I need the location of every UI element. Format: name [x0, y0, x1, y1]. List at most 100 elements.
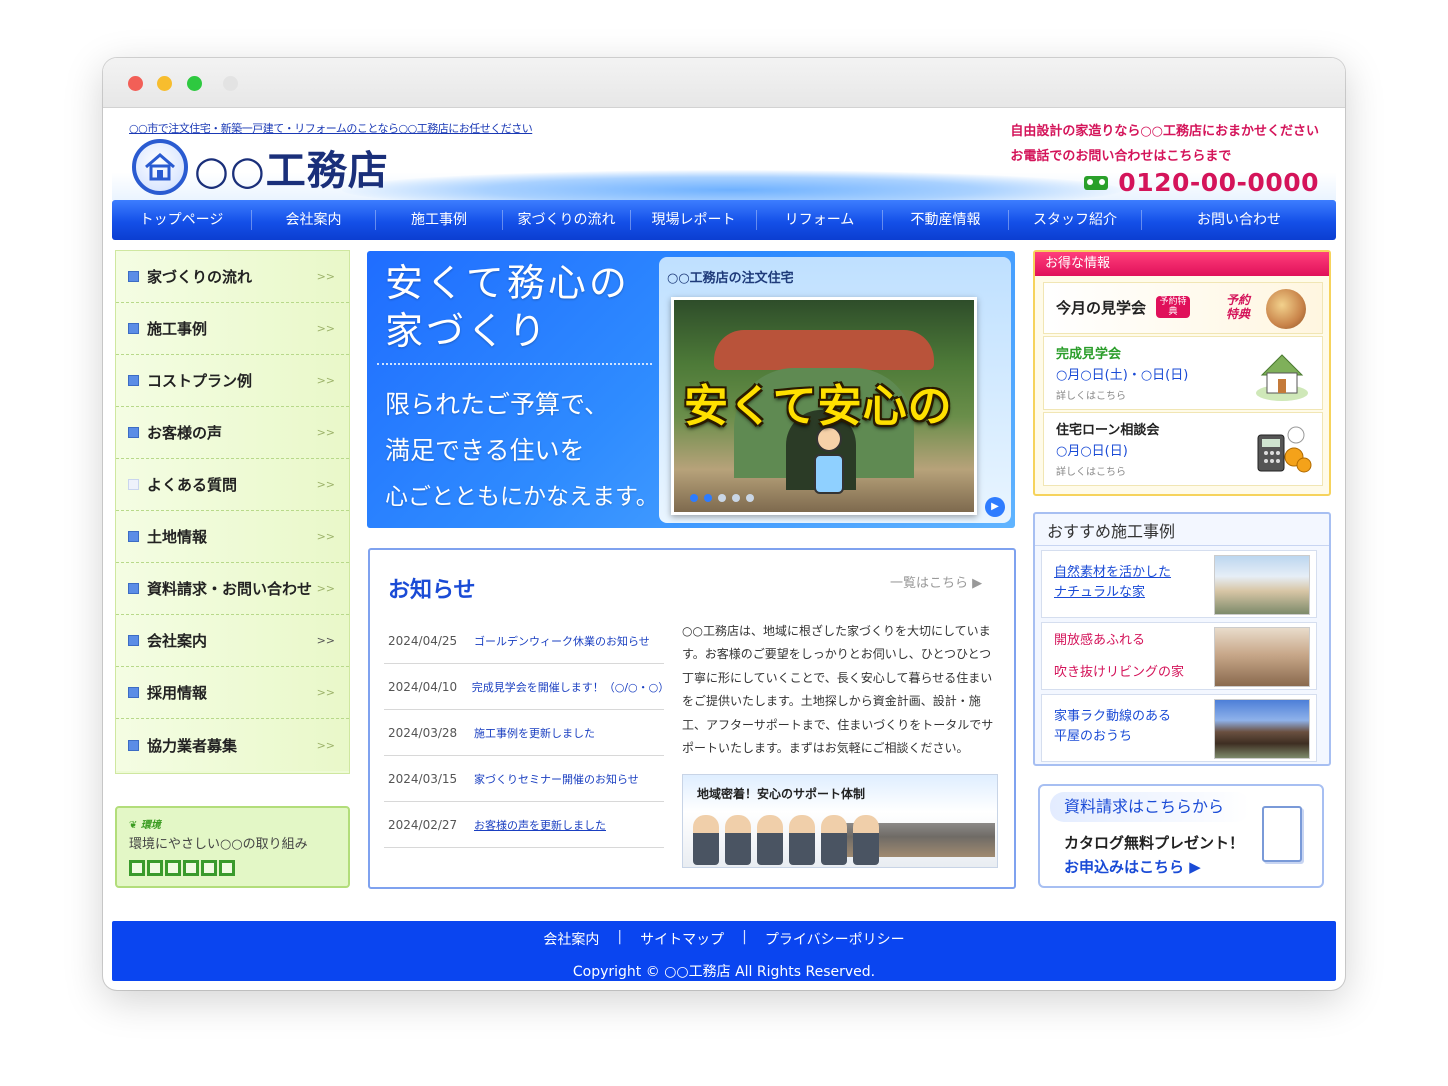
- minimize-button[interactable]: [157, 76, 172, 91]
- eco-banner[interactable]: ❦ 環境 環境にやさしい○○の取り組み: [115, 806, 350, 888]
- footer-separator: |: [617, 929, 623, 945]
- nav-company[interactable]: 会社案内: [252, 210, 376, 230]
- chevron-right-icon: >>: [316, 322, 335, 335]
- nav-reform[interactable]: リフォーム: [757, 210, 883, 230]
- sidebar-item-label: 土地情報: [147, 528, 208, 546]
- sidebar-item-flow[interactable]: 家づくりの流れ >>: [116, 251, 349, 303]
- staff-image: [693, 815, 879, 865]
- nav-contact[interactable]: お問い合わせ: [1142, 210, 1336, 230]
- catalog-head: 資料請求はこちらから: [1050, 792, 1250, 822]
- sidebar-item-voice[interactable]: お客様の声 >>: [116, 407, 349, 459]
- list-item[interactable]: 2024/02/27 お客様の声を更新しました: [384, 802, 664, 848]
- nav-realestate[interactable]: 不動産情報: [883, 210, 1009, 230]
- news-list: 2024/04/25 ゴールデンウィーク休業のお知らせ 2024/04/10 完成見…: [384, 618, 669, 848]
- footer-link-sitemap[interactable]: サイトマップ: [640, 929, 724, 949]
- sidebar-menu: 家づくりの流れ >> 施工事例 >> コストプラン例 >> お客様の声 >> よくある質…: [115, 250, 350, 774]
- work-photo: [1214, 699, 1310, 759]
- tab-placeholder: [223, 76, 238, 91]
- sidebar-item-faq[interactable]: よくある質問 >>: [116, 459, 349, 511]
- eco-text: 環境にやさしい○○の取り組み: [129, 837, 308, 852]
- catalog-offer: カタログ無料プレゼント！: [1064, 834, 1245, 852]
- news-section: お知らせ 一覧はこちら ▶ 2024/04/25 ゴールデンウィーク休業のお知らせ…: [368, 548, 1016, 889]
- works-panel: おすすめ施工事例 自然素材を活かした ナチュラルな家 開放感あふれる 吹き抜けリビン…: [1033, 512, 1331, 766]
- mascot-figure: [814, 426, 844, 506]
- sidebar-item-label: 家づくりの流れ: [147, 268, 253, 286]
- work-title: 自然素材を活かした ナチュラルな家: [1054, 565, 1172, 600]
- works-head: おすすめ施工事例: [1035, 514, 1329, 546]
- hero-house-image: 安くて安心の: [671, 297, 977, 515]
- slideshow-dots[interactable]: [690, 494, 754, 502]
- support-banner[interactable]: 地域密着！安心のサポート体制: [682, 774, 998, 868]
- phone-number[interactable]: 0120-00-0000: [1118, 168, 1319, 197]
- event-title: 住宅ローン相談会: [1056, 423, 1160, 438]
- nav-top[interactable]: トップページ: [112, 210, 252, 230]
- eco-placeholder-boxes: [129, 860, 336, 876]
- slideshow-next-icon[interactable]: ▶: [985, 497, 1005, 517]
- header-catchphrase: 自由設計の家造りなら○○工務店におまかせください: [1010, 124, 1319, 139]
- logo-name: ○○工務店: [194, 148, 389, 194]
- work-photo: [1214, 555, 1310, 615]
- work-item[interactable]: 自然素材を活かした ナチュラルな家: [1041, 550, 1317, 618]
- chevron-right-icon: >>: [316, 374, 335, 387]
- work-item[interactable]: 家事ラク動線のある 平屋のおうち: [1041, 694, 1317, 762]
- sidebar-item-works[interactable]: 施工事例 >>: [116, 303, 349, 355]
- support-title: 地域密着！安心のサポート体制: [697, 787, 866, 801]
- sidebar-item-recruit[interactable]: 採用情報 >>: [116, 667, 349, 719]
- nav-flow[interactable]: 家づくりの流れ: [503, 210, 631, 230]
- event-detail-link[interactable]: 詳しくはこちら: [1056, 463, 1126, 478]
- deals-panel: お得な情報 今月の見学会 予約特典 予約 特典 完成見学会 ○月○日(土)・○日(…: [1033, 250, 1331, 496]
- event-date: ○月○日(日): [1056, 444, 1128, 459]
- hero-copy-2: 満足できる住いを: [385, 436, 585, 465]
- site-tagline[interactable]: ○○市で注文住宅・新築一戸建て・リフォームのことなら○○工務店にお任せください: [129, 120, 533, 136]
- hero-banner[interactable]: 安くて務心の 家づくり 限られたご予算で、 満足できる住いを 心ごとともにかなえ…: [367, 251, 1015, 528]
- free-dial-icon: [1084, 175, 1109, 190]
- eco-tag: ❦ 環境: [129, 820, 161, 831]
- catalog-apply-link[interactable]: お申込みはこちら ▶: [1064, 856, 1201, 877]
- hero-divider: [377, 363, 652, 365]
- sidebar-item-company[interactable]: 会社案内 >>: [116, 615, 349, 667]
- gift-basket-icon: [1266, 289, 1306, 329]
- site-header: ○○市で注文住宅・新築一戸建て・リフォームのことなら○○工務店にお任せください …: [112, 108, 1336, 210]
- event-loan-consultation[interactable]: 住宅ローン相談会 ○月○日(日) 詳しくはこちら: [1043, 412, 1323, 486]
- footer-link-company[interactable]: 会社案内: [543, 929, 599, 949]
- list-item[interactable]: 2024/04/25 ゴールデンウィーク休業のお知らせ: [384, 618, 664, 664]
- chevron-right-icon: >>: [316, 686, 335, 699]
- chevron-right-icon: >>: [316, 582, 335, 595]
- footer-separator: |: [742, 929, 747, 945]
- footer-link-privacy[interactable]: プライバシーポリシー: [765, 929, 905, 949]
- open-house-title: 今月の見学会: [1056, 299, 1147, 317]
- sidebar-item-label: 資料請求・お問い合わせ: [147, 580, 313, 598]
- list-item[interactable]: 2024/04/10 完成見学会を開催します！（○/○・○）: [384, 664, 669, 710]
- sidebar-item-request[interactable]: 資料請求・お問い合わせ >>: [116, 563, 349, 615]
- hero-slideshow[interactable]: ○○工務店の注文住宅 安くて安心の ▶: [659, 257, 1011, 523]
- nav-report[interactable]: 現場レポート: [631, 210, 757, 230]
- nav-staff[interactable]: スタッフ紹介: [1009, 210, 1142, 230]
- sidebar-item-land[interactable]: 土地情報 >>: [116, 511, 349, 563]
- maximize-button[interactable]: [187, 76, 202, 91]
- news-more-link[interactable]: 一覧はこちら ▶: [890, 572, 982, 591]
- event-open-house[interactable]: 完成見学会 ○月○日(土)・○日(日) 詳しくはこちら: [1043, 336, 1323, 410]
- event-detail-link[interactable]: 詳しくはこちら: [1056, 387, 1126, 402]
- nav-works[interactable]: 施工事例: [376, 210, 503, 230]
- list-item[interactable]: 2024/03/28 施工事例を更新しました: [384, 710, 664, 756]
- sidebar-item-costplan[interactable]: コストプラン例 >>: [116, 355, 349, 407]
- work-item[interactable]: 開放感あふれる 吹き抜けリビングの家: [1041, 622, 1317, 690]
- house-icon: [1256, 354, 1308, 401]
- phone-block[interactable]: 0120-00-0000: [1010, 168, 1319, 197]
- company-intro-text: ○○工務店は、地域に根ざした家づくりを大切にしています。お客様のご要望をしっかり…: [682, 624, 994, 756]
- site-logo[interactable]: ○○工務店: [132, 138, 389, 196]
- header-phone-label: お電話でのお問い合わせはこちらまで: [1010, 149, 1232, 164]
- site-footer: 会社案内 | サイトマップ | プライバシーポリシー Copyright © ○…: [112, 921, 1336, 981]
- list-item[interactable]: 2024/03/15 家づくりセミナー開催のお知らせ: [384, 756, 664, 802]
- close-button[interactable]: [128, 76, 143, 91]
- square-bullet-icon: [128, 531, 139, 542]
- open-house-banner[interactable]: 今月の見学会 予約特典 予約 特典: [1043, 282, 1323, 334]
- square-bullet-icon: [128, 271, 139, 282]
- footer-links: 会社案内 | サイトマップ | プライバシーポリシー: [112, 921, 1336, 949]
- chevron-right-icon: >>: [316, 738, 335, 752]
- square-bullet-icon: [128, 427, 139, 438]
- sidebar-item-partner[interactable]: 協力業者募集 >>: [116, 719, 349, 771]
- sidebar-item-label: お客様の声: [147, 424, 223, 442]
- deals-head: お得な情報: [1035, 252, 1329, 276]
- catalog-request-banner[interactable]: 資料請求はこちらから カタログ無料プレゼント！ お申込みはこちら ▶: [1038, 784, 1324, 888]
